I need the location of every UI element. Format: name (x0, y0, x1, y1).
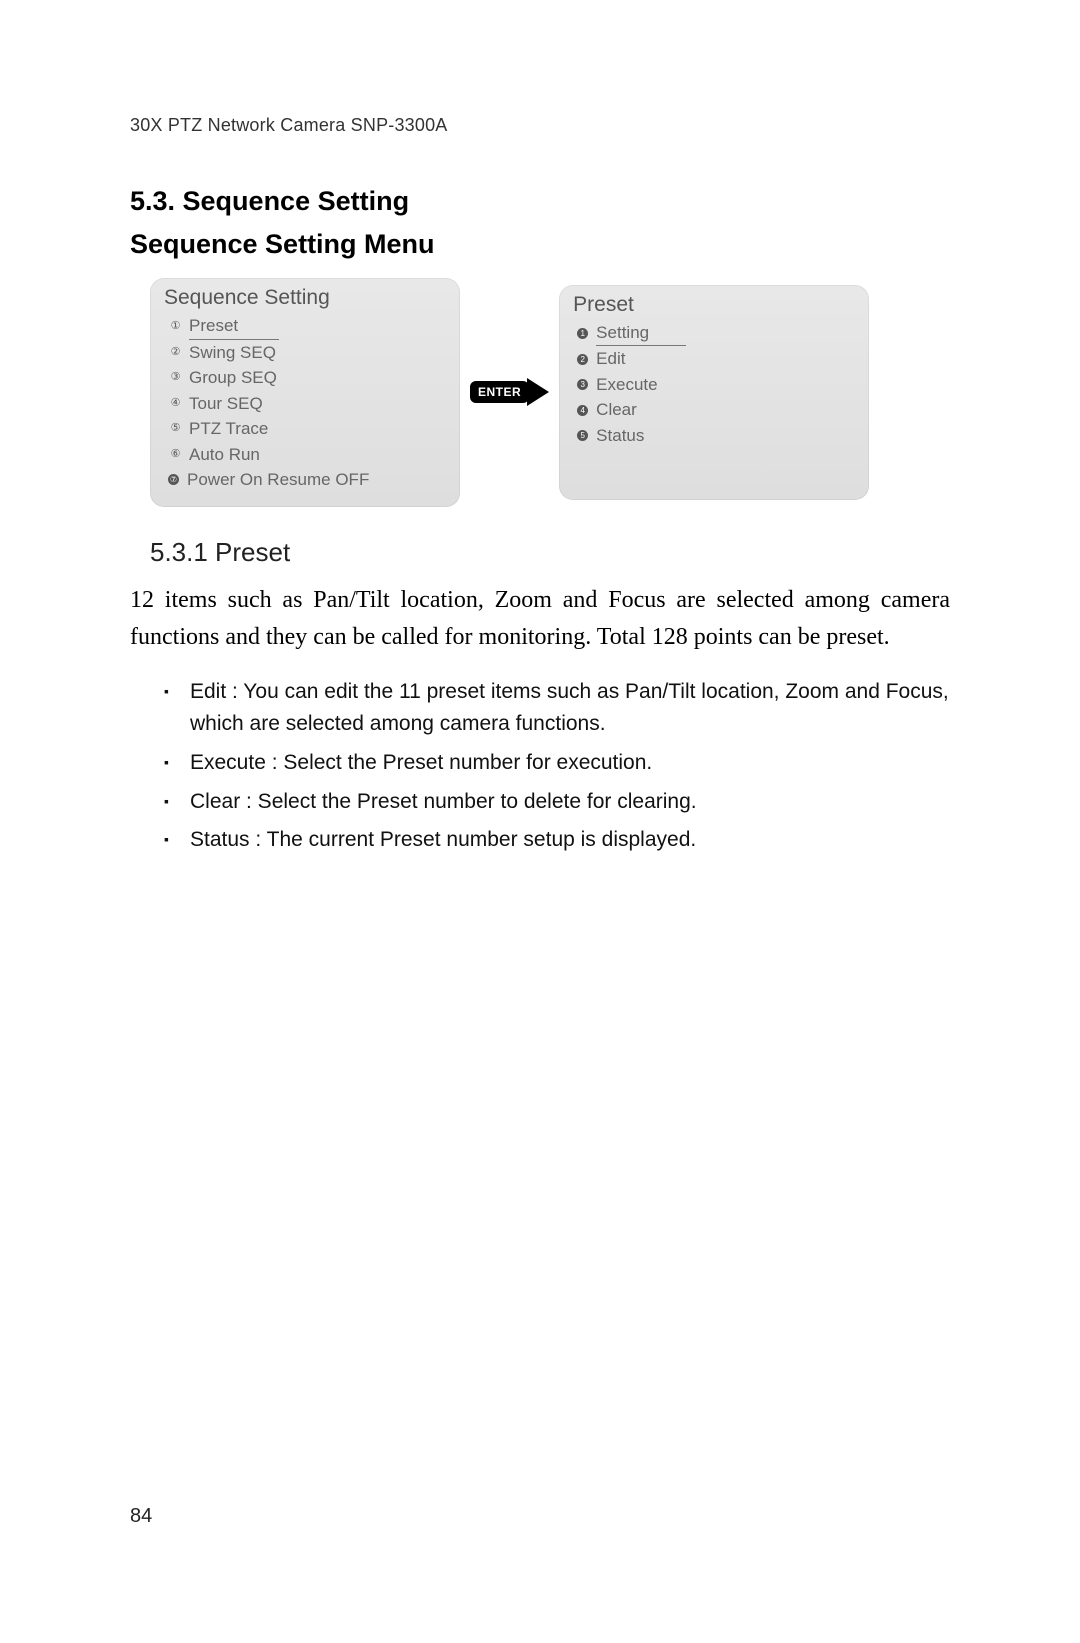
bullet-list: Edit : You can edit the 11 preset items … (130, 676, 950, 857)
menu-label: Preset (189, 313, 279, 340)
menu-label: Clear (596, 397, 637, 423)
body-paragraph: 12 items such as Pan/Tilt location, Zoom… (130, 582, 950, 656)
menu-label: Auto Run (189, 442, 260, 468)
num-icon: 5 (577, 430, 588, 441)
sub-section-heading: 5.3.1 Preset (130, 537, 950, 568)
menu-item-status: 5 Status (577, 423, 855, 449)
menu-item-execute: 3 Execute (577, 372, 855, 398)
page-number: 84 (130, 1505, 152, 1528)
num-icon: ② (168, 345, 183, 360)
panel-title: Preset (573, 293, 855, 318)
num-icon: 4 (577, 405, 588, 416)
menu-label: Setting (596, 320, 686, 347)
menu-item-clear: 4 Clear (577, 397, 855, 423)
menu-label: Edit (596, 346, 625, 372)
menu-label: Execute (596, 372, 657, 398)
menu-item-auto-run: ⑥ Auto Run (168, 442, 446, 468)
bullet-item: Edit : You can edit the 11 preset items … (190, 676, 950, 741)
subheading: Sequence Setting Menu (130, 229, 950, 260)
num-icon: 1 (577, 328, 588, 339)
arrow-right-icon (527, 378, 549, 406)
num-icon: 3 (577, 379, 588, 390)
page-content: 30X PTZ Network Camera SNP-3300A 5.3. Se… (0, 0, 1080, 857)
menu-item-setting: 1 Setting (577, 320, 855, 347)
num-icon: ⑥ (168, 447, 183, 462)
menu-item-group: ③ Group SEQ (168, 365, 446, 391)
num-icon: 2 (577, 354, 588, 365)
menu-label: Status (596, 423, 644, 449)
menu-item-swing: ② Swing SEQ (168, 340, 446, 366)
bullet-item: Clear : Select the Preset number to dele… (190, 786, 950, 819)
num-icon: ① (168, 319, 183, 334)
menu-item-tour: ④ Tour SEQ (168, 391, 446, 417)
document-header: 30X PTZ Network Camera SNP-3300A (130, 115, 950, 136)
menu-diagram: Sequence Setting ① Preset ② Swing SEQ ③ Gro… (130, 278, 950, 507)
sequence-setting-panel: Sequence Setting ① Preset ② Swing SEQ ③ Gro… (150, 278, 460, 507)
num-icon: ④ (168, 396, 183, 411)
preset-menu-list: 1 Setting 2 Edit 3 Execute 4 Clear 5 Status (573, 320, 855, 449)
num-icon: ⑦ (168, 474, 179, 485)
menu-item-ptz-trace: ⑤ PTZ Trace (168, 416, 446, 442)
menu-label: Swing SEQ (189, 340, 276, 366)
menu-item-power-on: ⑦ Power On Resume OFF (168, 467, 446, 493)
sequence-menu-list: ①Preset ②Swing SEQ ③Group SEQ ④Tour SEQ … (164, 313, 446, 493)
bullet-item: Execute : Select the Preset number for e… (190, 747, 950, 780)
section-heading: 5.3. Sequence Setting (130, 186, 950, 217)
menu-label: Group SEQ (189, 365, 277, 391)
menu-item-edit: 2 Edit (577, 346, 855, 372)
enter-badge: ENTER (470, 381, 529, 403)
enter-arrow: ENTER (470, 378, 549, 406)
num-icon: ⑤ (168, 421, 183, 436)
num-icon: ③ (168, 370, 183, 385)
menu-label: PTZ Trace (189, 416, 268, 442)
bullet-item: Status : The current Preset number setup… (190, 824, 950, 857)
menu-label: Tour SEQ (189, 391, 263, 417)
menu-label: Power On Resume OFF (187, 467, 369, 493)
panel-title: Sequence Setting (164, 286, 446, 311)
menu-item-preset: ① Preset (168, 313, 446, 340)
preset-panel: Preset 1 Setting 2 Edit 3 Execute 4 Clear 5S… (559, 285, 869, 500)
